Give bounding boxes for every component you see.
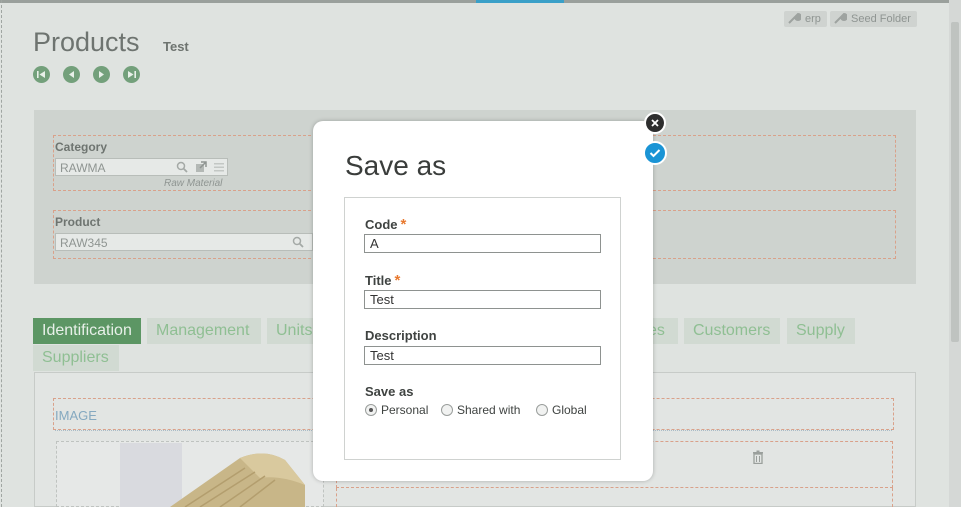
scrollbar-thumb[interactable] — [951, 22, 959, 342]
checkmark-icon — [649, 149, 661, 158]
radio-button-checked[interactable] — [365, 404, 377, 416]
title-input[interactable]: Test — [364, 290, 601, 309]
category-label: Category — [55, 140, 108, 154]
trash-icon[interactable] — [752, 450, 764, 464]
previous-icon — [69, 71, 74, 78]
top-bar-accent — [476, 0, 564, 3]
scrollbar[interactable] — [949, 0, 961, 507]
left-border — [1, 0, 2, 507]
next-record-button[interactable] — [93, 66, 110, 83]
radio-global[interactable]: Global — [536, 403, 587, 417]
dialog-title: Save as — [345, 150, 447, 181]
radio-shared-with[interactable]: Shared with — [441, 403, 520, 417]
tab-management[interactable]: Management — [147, 318, 261, 344]
tab-suppliers[interactable]: Suppliers — [33, 345, 119, 371]
radio-button[interactable] — [536, 404, 548, 416]
title-label: Title * — [365, 272, 400, 289]
first-record-button[interactable] — [33, 66, 50, 83]
close-icon — [651, 119, 659, 127]
image-section-label: IMAGE — [55, 408, 97, 423]
open-link-icon[interactable] — [195, 161, 207, 173]
list-icon[interactable] — [213, 161, 225, 173]
seed-folder-label: Seed Folder — [851, 13, 911, 25]
close-dialog-button[interactable] — [644, 112, 666, 134]
next-icon — [99, 71, 104, 78]
required-marker: * — [394, 272, 401, 289]
search-icon[interactable] — [176, 161, 188, 173]
first-icon — [37, 71, 45, 78]
page-title: Products — [33, 27, 140, 57]
tab-units[interactable]: Units — [267, 318, 317, 344]
erp-label: erp — [805, 13, 821, 25]
product-input[interactable]: RAW345 — [55, 233, 313, 251]
radio-personal[interactable]: Personal — [365, 403, 428, 417]
description-input[interactable]: Test — [364, 346, 601, 365]
page-subtitle: Test — [163, 39, 189, 54]
tab-identification[interactable]: Identification — [33, 318, 141, 344]
code-label-text: Code — [365, 217, 398, 232]
erp-button[interactable]: erp — [784, 11, 827, 27]
search-icon[interactable] — [292, 236, 304, 248]
required-marker: * — [400, 216, 407, 233]
radio-personal-label: Personal — [381, 403, 429, 417]
title-label-text: Title — [365, 273, 392, 288]
radio-shared-label: Shared with — [457, 403, 521, 417]
radio-button[interactable] — [441, 404, 453, 416]
seed-folder-button[interactable]: Seed Folder — [830, 11, 917, 27]
wrench-icon — [834, 13, 847, 24]
category-help-text: Raw Material — [164, 178, 223, 189]
image-details-section-lower — [336, 488, 893, 507]
save-as-label: Save as — [365, 384, 414, 399]
wrench-icon — [788, 13, 801, 24]
tab-customers[interactable]: Customers — [684, 318, 780, 344]
last-icon — [128, 71, 136, 78]
radio-global-label: Global — [552, 403, 587, 417]
last-record-button[interactable] — [123, 66, 140, 83]
code-input[interactable]: A — [364, 234, 601, 253]
wood-plank-image — [170, 453, 305, 507]
tab-supply[interactable]: Supply — [787, 318, 855, 344]
code-label: Code * — [365, 216, 406, 233]
description-label: Description — [365, 328, 437, 343]
product-label: Product — [55, 215, 101, 229]
confirm-button[interactable] — [643, 141, 667, 165]
previous-record-button[interactable] — [63, 66, 80, 83]
